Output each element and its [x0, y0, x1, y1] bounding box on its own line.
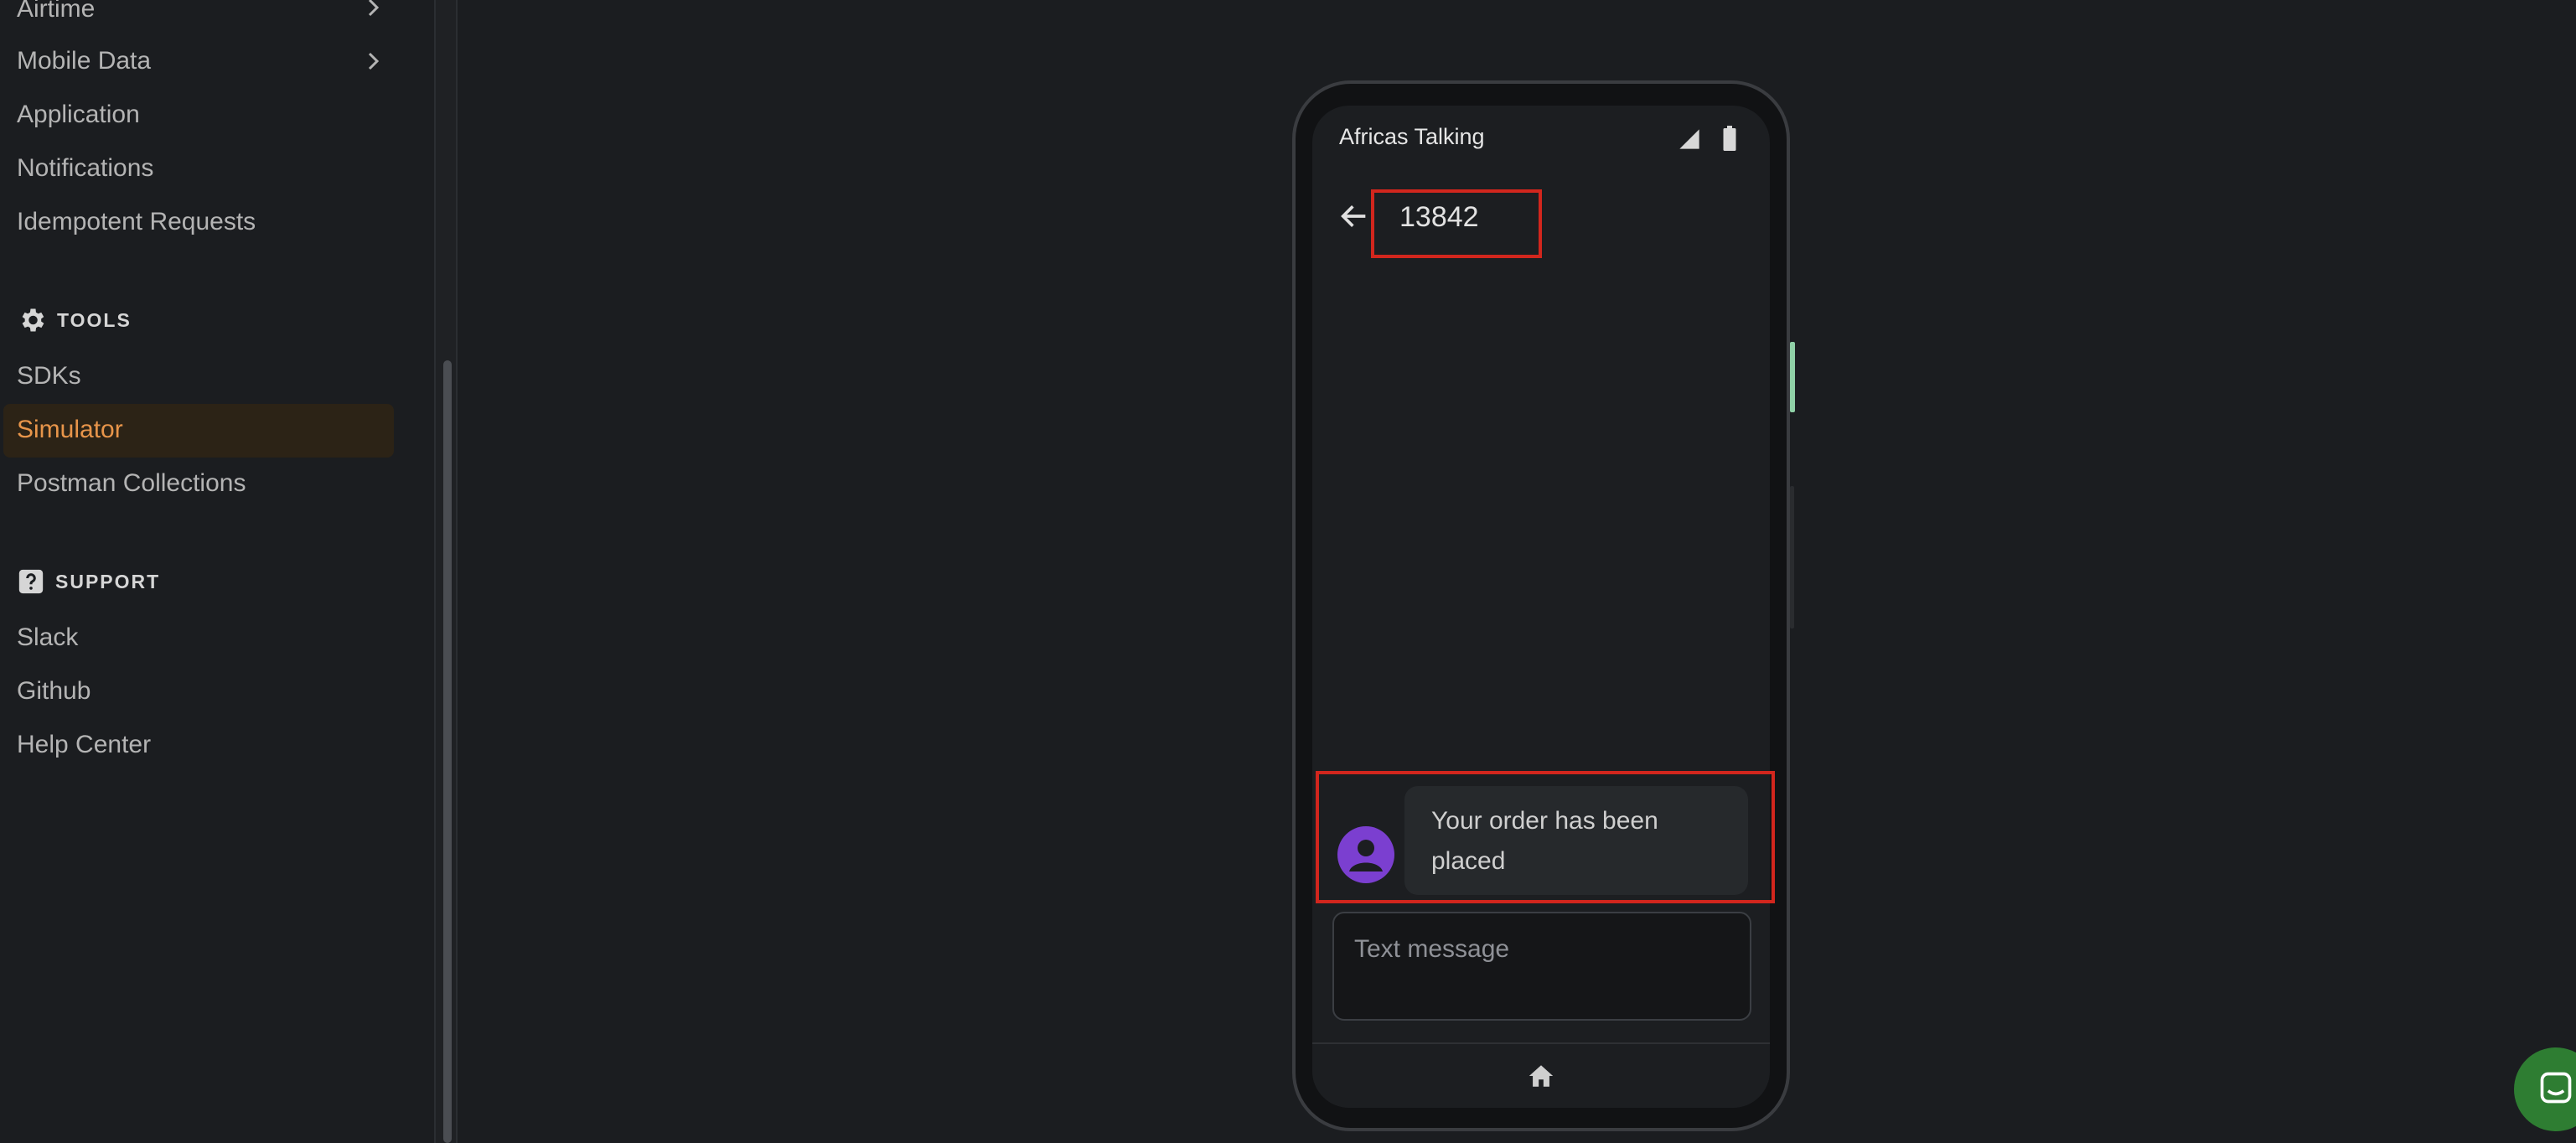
- section-support-heading: SUPPORT: [17, 566, 160, 597]
- sidebar-scrollbar[interactable]: [434, 0, 458, 1143]
- chevron-right-icon[interactable]: [360, 0, 385, 20]
- sidebar-item-airtime[interactable]: Airtime: [17, 0, 95, 23]
- home-icon[interactable]: [1527, 1063, 1555, 1089]
- back-arrow-icon[interactable]: [1337, 199, 1371, 233]
- sidebar-item-simulator[interactable]: Simulator: [17, 416, 123, 444]
- highlight-box-number: [1371, 189, 1542, 258]
- sidebar-item-sdks[interactable]: SDKs: [17, 362, 81, 390]
- gear-icon: [22, 308, 44, 332]
- section-tools-heading: TOOLS: [17, 305, 132, 335]
- sidebar-item-github[interactable]: Github: [17, 677, 91, 706]
- sidebar-item-slack[interactable]: Slack: [17, 623, 78, 652]
- text-message-input[interactable]: [1332, 912, 1751, 1021]
- tools-heading-label: TOOLS: [57, 308, 132, 331]
- app-title: Africas Talking: [1339, 124, 1485, 149]
- phone-nav-bar: [1312, 1042, 1770, 1108]
- sidebar: Airtime Mobile Data Application Notifica…: [0, 0, 434, 1143]
- sidebar-item-application[interactable]: Application: [17, 101, 140, 129]
- sidebar-item-notifications[interactable]: Notifications: [17, 154, 153, 183]
- battery-icon: [1723, 126, 1736, 151]
- sidebar-item-mobile-data[interactable]: Mobile Data: [17, 47, 151, 75]
- question-icon: [18, 569, 44, 594]
- phone-power-button: [1790, 342, 1795, 412]
- sidebar-item-help-center[interactable]: Help Center: [17, 731, 151, 759]
- signal-icon: [1679, 129, 1699, 149]
- support-heading-label: SUPPORT: [55, 570, 161, 592]
- phone-volume-button: [1790, 486, 1794, 628]
- chat-launcher-button[interactable]: [2514, 1047, 2576, 1131]
- sidebar-item-postman-collections[interactable]: Postman Collections: [17, 469, 246, 498]
- sidebar-item-idempotent-requests[interactable]: Idempotent Requests: [17, 208, 256, 236]
- highlight-box-message: [1316, 771, 1775, 903]
- chat-icon: [2540, 1072, 2572, 1104]
- scrollbar-thumb[interactable]: [443, 360, 452, 1143]
- chevron-right-icon[interactable]: [360, 49, 385, 74]
